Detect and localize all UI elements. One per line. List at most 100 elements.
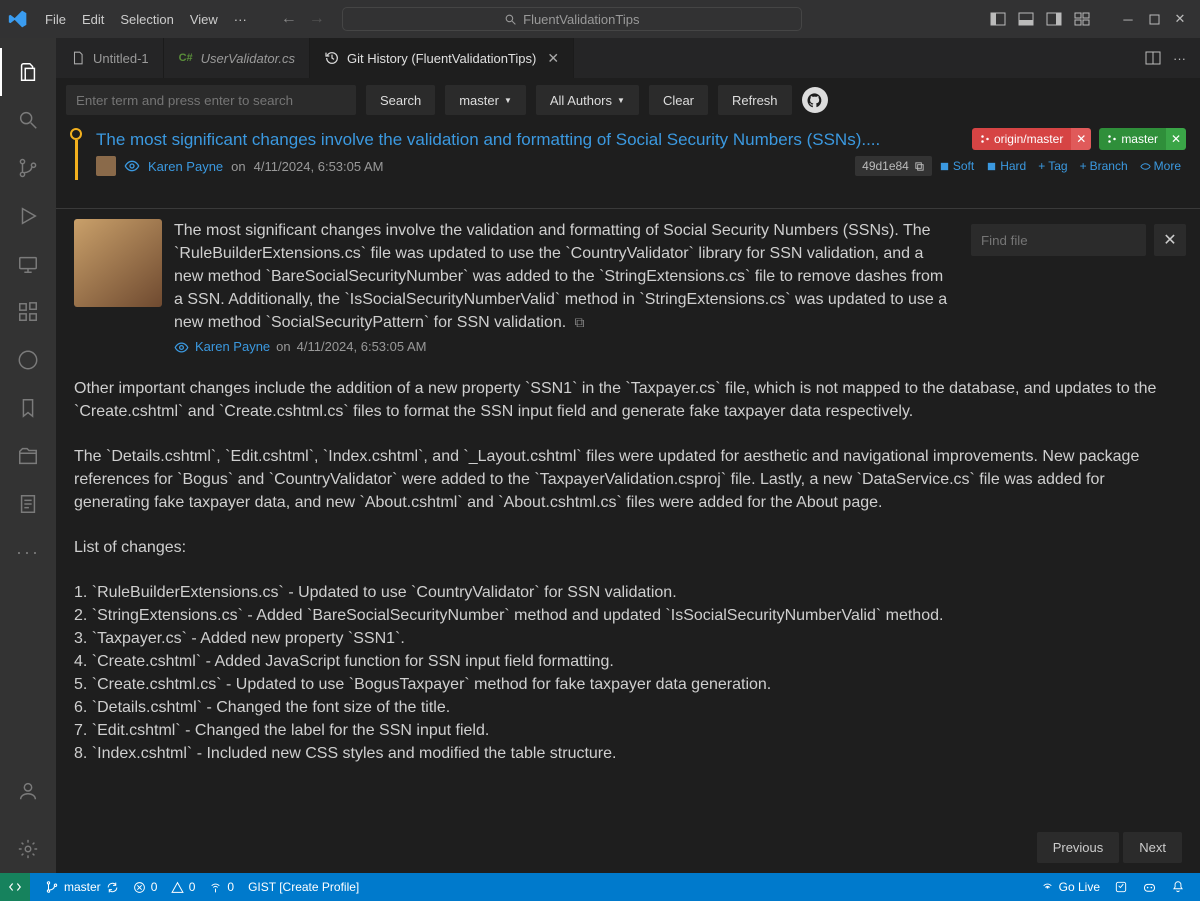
reset-soft[interactable]: Soft [934,159,979,173]
ref-delete[interactable]: ✕ [1166,128,1186,150]
ref-delete[interactable]: ✕ [1071,128,1091,150]
tab-overflow[interactable]: ··· [1173,51,1186,66]
commit-list-item[interactable]: The most significant changes involve the… [56,122,1200,202]
status-copilot[interactable] [1135,880,1164,895]
ref-master[interactable]: master ✕ [1099,128,1186,150]
menu-selection[interactable]: Selection [113,8,180,31]
commit-detail: The most significant changes involve the… [56,208,1200,873]
find-file-input[interactable] [971,224,1146,256]
change-list-item: 4. `Create.cshtml` - Added JavaScript fu… [74,650,1162,673]
copy-icon[interactable]: ⧉ [571,314,585,330]
status-gist[interactable]: GIST [Create Profile] [241,880,366,894]
history-icon [324,50,340,66]
command-center[interactable]: FluentValidationTips [342,7,802,31]
title-bar: File Edit Selection View ··· ← → FluentV… [0,0,1200,38]
bell-icon [1171,880,1185,894]
avatar [96,156,116,176]
layout-left-icon[interactable] [986,7,1010,31]
window-close[interactable]: ✕ [1168,7,1192,31]
status-golive[interactable]: Go Live [1034,880,1107,894]
menu-file[interactable]: File [38,8,73,31]
activity-bookmarks[interactable] [0,384,56,432]
activity-project-manager[interactable] [0,432,56,480]
commit-graph [70,128,82,180]
author-select[interactable]: All Authors▼ [536,85,639,115]
status-problems[interactable]: 0 0 [126,880,203,894]
action-branch[interactable]: + Branch [1075,159,1133,173]
find-file-close[interactable]: ✕ [1154,224,1186,256]
ref-origin-master[interactable]: origin/master ✕ [972,128,1091,150]
sync-icon [106,881,119,894]
antenna-icon [209,881,222,894]
eye-icon [124,158,140,174]
activity-more[interactable]: ··· [0,528,56,576]
activity-remote-explorer[interactable] [0,240,56,288]
branch-select[interactable]: master▼ [445,85,526,115]
search-button[interactable]: Search [366,85,435,115]
nav-forward[interactable]: → [306,10,328,28]
activity-docs[interactable] [0,480,56,528]
layout-customize-icon[interactable] [1070,7,1094,31]
commit-body-list-header: List of changes: [74,536,1162,559]
eye-icon [1140,161,1151,172]
activity-extensions[interactable] [0,288,56,336]
change-list-item: 5. `Create.cshtml.cs` - Updated to use `… [74,673,1162,696]
file-icon [70,50,86,66]
commit-body-para: The `Details.cshtml`, `Edit.cshtml`, `In… [74,445,1162,514]
on-label: on [231,159,245,174]
activity-search[interactable] [0,96,56,144]
action-more[interactable]: More [1135,159,1186,173]
git-history-toolbar: Search master▼ All Authors▼ Clear Refres… [56,78,1200,122]
status-notifications[interactable] [1164,880,1192,894]
avatar [74,219,162,307]
commit-date: 4/11/2024, 6:53:05 AM [297,338,427,357]
close-icon[interactable]: ✕ [547,50,559,67]
activity-settings[interactable] [0,825,56,873]
github-link-icon[interactable] [802,87,828,113]
nav-back[interactable]: ← [278,10,300,28]
activity-explorer[interactable] [0,48,56,96]
status-ports[interactable]: 0 [202,880,241,894]
author-name[interactable]: Karen Payne [195,338,270,357]
activity-github[interactable] [0,336,56,384]
split-editor-icon[interactable] [1145,50,1161,66]
layout-bottom-icon[interactable] [1014,7,1038,31]
tab-untitled[interactable]: Untitled-1 [56,38,164,78]
change-list-item: 7. `Edit.cshtml` - Changed the label for… [74,719,1162,742]
reset-hard[interactable]: Hard [981,159,1031,173]
error-icon [133,881,146,894]
window-maximize[interactable] [1142,7,1166,31]
commit-body-para: Other important changes include the addi… [74,377,1162,423]
change-list-item: 8. `Index.cshtml` - Included new CSS sty… [74,742,1162,765]
eye-icon [174,340,189,355]
action-tag[interactable]: + Tag [1033,159,1072,173]
history-search-input[interactable] [66,85,356,115]
warning-icon [171,881,184,894]
copy-icon [914,161,925,172]
command-center-text: FluentValidationTips [523,12,639,27]
status-misc1[interactable] [1107,880,1135,894]
remote-indicator[interactable] [0,873,30,901]
commit-hash[interactable]: 49d1e84 [855,156,932,176]
activity-scm[interactable] [0,144,56,192]
tab-label: Untitled-1 [93,51,149,66]
menu-edit[interactable]: Edit [75,8,111,31]
menu-overflow[interactable]: ··· [227,8,254,31]
window-minimize[interactable]: ─ [1116,7,1140,31]
clear-button[interactable]: Clear [649,85,708,115]
status-branch[interactable]: master [38,880,126,894]
change-list-item: 2. `StringExtensions.cs` - Added `BareSo… [74,604,1162,627]
change-list-item: 3. `Taxpayer.cs` - Added new property `S… [74,627,1162,650]
tab-git-history[interactable]: Git History (FluentValidationTips) ✕ [310,38,574,78]
activity-debug[interactable] [0,192,56,240]
menu-view[interactable]: View [183,8,225,31]
pager-next[interactable]: Next [1123,832,1182,863]
tab-label: UserValidator.cs [201,51,295,66]
author-name[interactable]: Karen Payne [148,159,223,174]
layout-right-icon[interactable] [1042,7,1066,31]
pager-previous[interactable]: Previous [1037,832,1120,863]
status-bar: master 0 0 0 GIST [Create Profile] Go Li… [0,873,1200,901]
refresh-button[interactable]: Refresh [718,85,792,115]
activity-accounts[interactable] [0,767,56,815]
tab-uservalidator[interactable]: C# UserValidator.cs [164,38,310,78]
